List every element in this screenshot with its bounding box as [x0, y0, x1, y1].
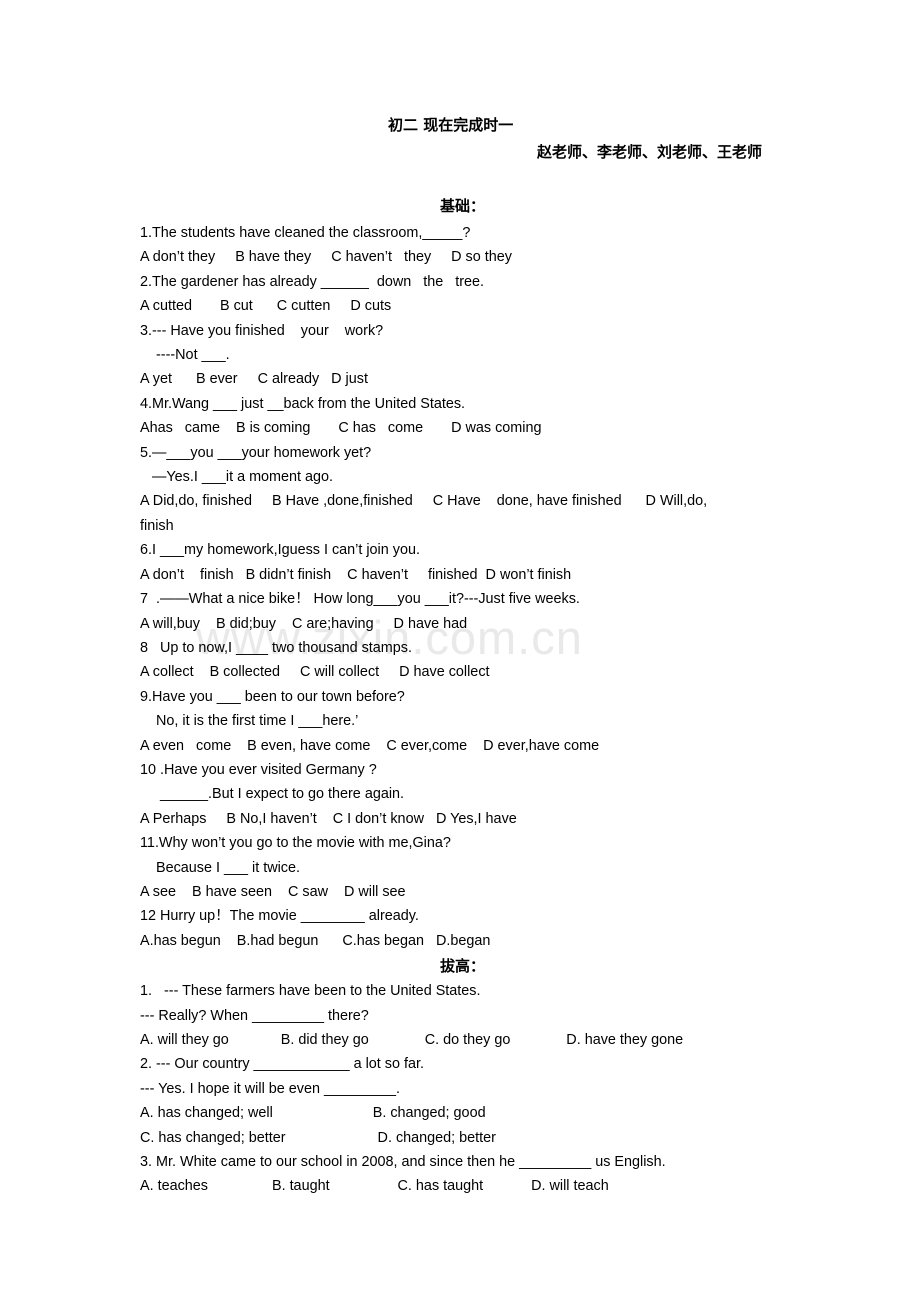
dialogue-reply-line: --- Yes. I hope it will be even ________…: [140, 1080, 401, 1097]
worksheet-page: www.zixin.com.cn 初二 现在完成时一 赵老师、李老师、刘老师、王…: [0, 0, 920, 1302]
question-line: 3. Mr. White came to our school in 2008,…: [140, 1154, 666, 1171]
question-line: 9.Have you ___ been to our town before?: [140, 688, 405, 705]
question-line: 5.—___you ___your homework yet?: [140, 444, 372, 461]
document-body: 初二 现在完成时一 赵老师、李老师、刘老师、王老师 基础： 1.The stud…: [0, 0, 920, 1199]
question-line: 12 Hurry up！The movie ________ already.: [140, 908, 419, 925]
section-advanced-questions: 1. --- These farmers have been to the Un…: [140, 979, 880, 1199]
option-line: A don’t they B have they C haven’t they …: [140, 249, 512, 266]
question-line: 1.The students have cleaned the classroo…: [140, 225, 471, 241]
dialogue-reply-line: ----Not ___.: [140, 347, 230, 364]
option-line: A see B have seen C saw D will see: [140, 883, 406, 900]
question-line: 4.Mr.Wang ___ just __back from the Unite…: [140, 395, 466, 412]
question-line: 1. --- These farmers have been to the Un…: [140, 983, 481, 1000]
question-line: 2. --- Our country ____________ a lot so…: [140, 1056, 424, 1073]
option-line: C. has changed; better D. changed; bette…: [140, 1129, 496, 1146]
option-line: A. has changed; well B. changed; good: [140, 1105, 486, 1122]
option-line: A will,buy B did;buy C are;having D have…: [140, 615, 468, 632]
question-line: 11.Why won’t you go to the movie with me…: [140, 835, 451, 852]
dialogue-reply-line: —Yes.I ___it a moment ago.: [140, 469, 334, 486]
question-line: 8 Up to now,I ____ two thousand stamps.: [140, 639, 412, 656]
option-line: A don’t finish B didn’t finish C haven’t…: [140, 566, 572, 583]
authors-line: 赵老师、李老师、刘老师、王老师: [537, 143, 763, 161]
section-basics-questions: 1.The students have cleaned the classroo…: [140, 221, 880, 953]
question-line: 7 .——What a nice bike！ How long___you __…: [140, 591, 580, 608]
dialogue-reply-line: Because I ___ it twice.: [140, 859, 300, 876]
section-heading-basics: 基础：: [440, 197, 486, 215]
dialogue-reply-line: No, it is the first time I ___here.’: [140, 713, 359, 730]
option-line: A cutted B cut C cutten D cuts: [140, 298, 392, 315]
option-line: A. will they go B. did they go C. do the…: [140, 1032, 684, 1048]
section-heading-advanced: 拔高：: [440, 957, 486, 976]
question-line: 2.The gardener has already ______ down t…: [140, 273, 485, 290]
option-line: A Perhaps B No,I haven’t C I don’t know …: [140, 810, 517, 827]
option-line: A Did,do, finished B Have ,done,finished…: [140, 493, 708, 510]
option-line: A yet B ever C already D just: [140, 371, 368, 388]
dialogue-reply-line: ______.But I expect to go there again.: [140, 786, 405, 803]
dialogue-reply-line: --- Really? When _________ there?: [140, 1007, 369, 1024]
option-line: A collect B collected C will collect D h…: [140, 664, 490, 681]
option-line: A even come B even, have come C ever,com…: [140, 737, 600, 754]
option-line: A. teaches B. taught C. has taught D. wi…: [140, 1178, 609, 1195]
option-line: Ahas came B is coming C has come D was c…: [140, 420, 542, 437]
question-line: 3.--- Have you finished your work?: [140, 322, 384, 339]
page-title: 初二 现在完成时一: [388, 116, 514, 134]
option-line-continued: finish: [140, 517, 174, 534]
question-line: 10 .Have you ever visited Germany ?: [140, 761, 377, 778]
option-line: A.has begun B.had begun C.has began D.be…: [140, 932, 491, 949]
question-line: 6.I ___my homework,Iguess I can’t join y…: [140, 542, 420, 559]
